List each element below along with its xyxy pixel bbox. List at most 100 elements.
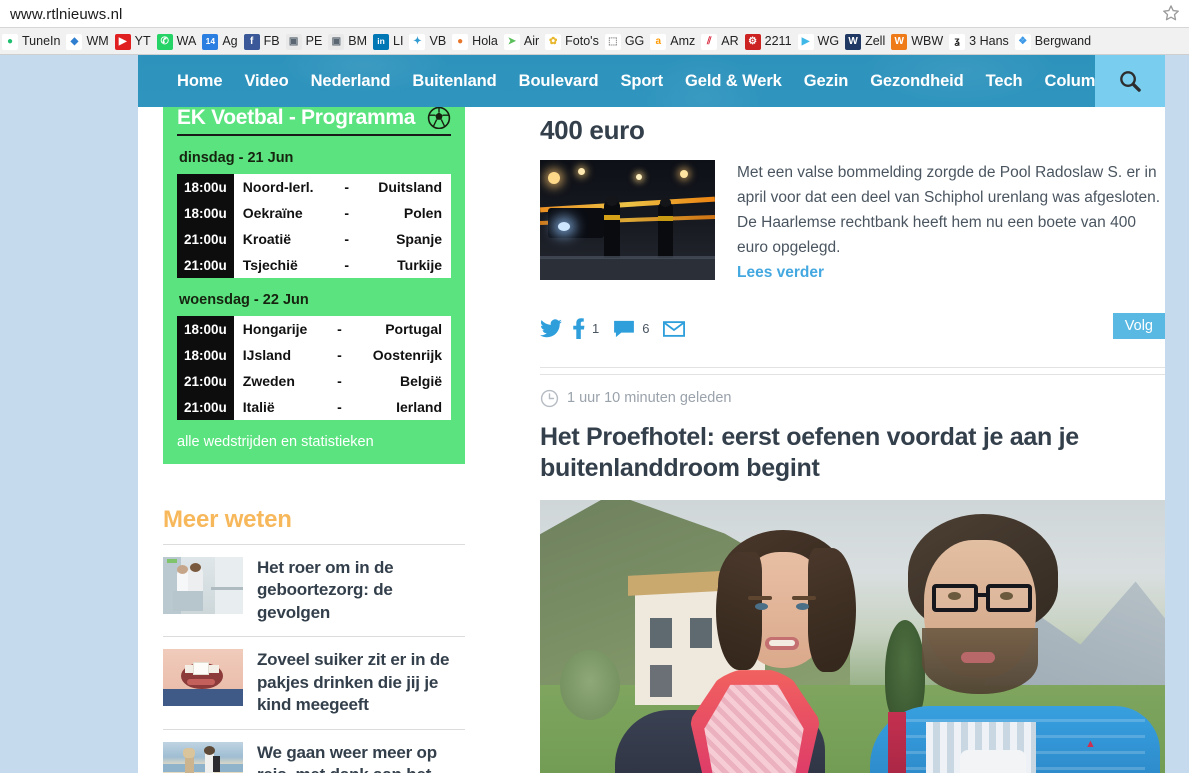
ek-day-label: dinsdag - 21 Jun: [179, 150, 294, 166]
bookmark-label: YT: [134, 34, 151, 49]
list-item[interactable]: Zoveel suiker zit er in de pakjes drinke…: [163, 637, 465, 728]
youtube-icon: ▶: [114, 33, 131, 50]
bookmark-star-icon[interactable]: [1161, 3, 1181, 23]
bookmark-item[interactable]: 14 Ag: [200, 31, 241, 53]
nav-item-tech[interactable]: Tech: [975, 72, 1034, 91]
follow-button[interactable]: Volg: [1112, 312, 1165, 339]
url-text[interactable]: www.rtlnieuws.nl: [10, 6, 122, 23]
bookmark-label: LI: [393, 34, 404, 49]
bookmark-item[interactable]: ▣ BM: [326, 31, 371, 53]
bookmark-item[interactable]: ● TuneIn: [0, 31, 64, 53]
bookmark-item[interactable]: W WBW: [889, 31, 947, 53]
bookmark-item[interactable]: ⚙ 2211: [743, 31, 796, 53]
meer-weten-section: Meer weten Het roer om in de geboortezor…: [163, 506, 465, 773]
bookmark-label: PE: [305, 34, 323, 49]
match-away-team: Duitsland: [378, 179, 442, 195]
ar-icon: ⫽: [701, 33, 718, 50]
wm-icon: ◆: [66, 33, 83, 50]
list-item-thumbnail: [163, 741, 243, 773]
ek-match-row[interactable]: 21:00u Zweden - België: [177, 368, 451, 394]
bookmark-item[interactable]: ● Hola: [450, 31, 502, 53]
bookmark-item[interactable]: ✦ VB: [407, 31, 450, 53]
match-separator: -: [337, 373, 342, 389]
bookmark-item[interactable]: ➤ Air: [502, 31, 543, 53]
bookmark-item[interactable]: ✿ Foto's: [543, 31, 603, 53]
nav-item-gezondheid[interactable]: Gezondheid: [859, 72, 974, 91]
article1-read-more-link[interactable]: Lees verder: [737, 264, 824, 281]
ek-widget-header: EK Voetbal - Programma: [177, 107, 451, 129]
article2-photo[interactable]: ▲: [540, 499, 1165, 773]
list-item[interactable]: Het roer om in de geboortezorg: de gevol…: [163, 545, 465, 636]
article1-thumbnail[interactable]: [540, 160, 715, 280]
ek-days-container: dinsdag - 21 Jun 18:00u Noord-Ierl. - Duitsl…: [177, 150, 451, 420]
tunein-icon: ●: [2, 33, 18, 50]
bookmark-item[interactable]: ⫽ AR: [699, 31, 742, 53]
match-time: 21:00u: [177, 252, 234, 278]
bookmark-item[interactable]: ⬚ GG: [603, 31, 648, 53]
search-icon: [1120, 71, 1141, 92]
sidebar: EK Voetbal - Programma dinsdag - 21 Jun 1…: [163, 107, 490, 773]
ek-match-row[interactable]: 21:00u Tsjechië - Turkije: [177, 252, 451, 278]
bookmark-item[interactable]: ✆ WA: [155, 31, 201, 53]
ek-match-row[interactable]: 18:00u Oekraïne - Polen: [177, 200, 451, 226]
facebook-icon[interactable]: [572, 318, 585, 340]
bookmark-item[interactable]: f FB: [242, 31, 284, 53]
bookmark-item[interactable]: in LI: [371, 31, 407, 53]
bookmark-label: WM: [86, 34, 109, 49]
mail-icon[interactable]: [663, 320, 686, 337]
bookmark-item[interactable]: ◆ WM: [64, 31, 112, 53]
match-away-team: Turkije: [397, 257, 442, 273]
hola-icon: ●: [452, 33, 469, 50]
match-time: 18:00u: [177, 200, 234, 226]
bookmark-label: TuneIn: [22, 34, 61, 49]
bookmark-item[interactable]: W Zell: [843, 31, 889, 53]
bookmark-item[interactable]: ▶ WG: [796, 31, 844, 53]
comment-icon[interactable]: [613, 320, 635, 338]
match-away-team: Ierland: [396, 399, 442, 415]
article2-timestamp: 1 uur 10 minuten geleden: [567, 390, 732, 407]
match-separator: -: [337, 399, 342, 415]
article2-title[interactable]: Het Proefhotel: eerst oefenen voordat je…: [540, 422, 1165, 485]
nav-item-geld-werk[interactable]: Geld & Werk: [674, 72, 793, 91]
nav-item-nederland[interactable]: Nederland: [300, 72, 402, 91]
match-time: 21:00u: [177, 368, 234, 394]
ek-match-row[interactable]: 21:00u Italië - Ierland: [177, 394, 451, 420]
bookmark-item[interactable]: ▣ PE: [284, 31, 327, 53]
document-icon: ▣: [285, 33, 302, 50]
match-time: 18:00u: [177, 316, 234, 342]
ek-all-matches-link[interactable]: alle wedstrijden en statistieken: [177, 434, 451, 450]
bookmark-item[interactable]: a Amz: [648, 31, 699, 53]
twitter-icon[interactable]: [540, 319, 562, 338]
bookmark-item[interactable]: ❖ Bergwand: [1013, 31, 1095, 53]
match-separator: -: [344, 205, 349, 221]
nav-item-buitenland[interactable]: Buitenland: [401, 72, 507, 91]
nav-item-home[interactable]: Home: [166, 72, 233, 91]
article1-title[interactable]: 400 euro: [540, 115, 1165, 146]
url-bar[interactable]: www.rtlnieuws.nl: [0, 0, 1189, 28]
search-button[interactable]: [1095, 55, 1165, 107]
nav-item-gezin[interactable]: Gezin: [793, 72, 859, 91]
bookmark-label: 2211: [764, 34, 792, 49]
bookmark-label: Amz: [670, 34, 696, 49]
ek-match-row[interactable]: 18:00u Noord-Ierl. - Duitsland: [177, 174, 451, 200]
nav-item-boulevard[interactable]: Boulevard: [508, 72, 610, 91]
bookmark-item[interactable]: ʓ3 Hans: [947, 31, 1013, 53]
bookmarks-bar[interactable]: ● TuneIn ◆ WM ▶ YT ✆ WA 14 Ag f FB ▣ PE ▣ BM in LI ✦ VB ● Hol…: [0, 28, 1189, 55]
ek-match-row[interactable]: 18:00u IJsland - Oostenrijk: [177, 342, 451, 368]
match-home-team: Tsjechië: [242, 257, 298, 273]
content-wrapper: EK Voetbal - Programma dinsdag - 21 Jun 1…: [138, 107, 1165, 773]
ek-match-row[interactable]: 21:00u Kroatië - Spanje: [177, 226, 451, 252]
nav-item-video[interactable]: Video: [233, 72, 299, 91]
nav-item-sport[interactable]: Sport: [609, 72, 674, 91]
match-time: 18:00u: [177, 174, 234, 200]
list-item[interactable]: We gaan weer meer op reis, met dank aan …: [163, 730, 465, 773]
match-home-team: Hongarije: [242, 321, 308, 337]
bookmark-label: Hola: [472, 34, 498, 49]
match-home-team: Italië: [242, 399, 275, 415]
bookmark-item[interactable]: ▶ YT: [113, 31, 155, 53]
article1-body: Met een valse bommelding zorgde de Pool …: [540, 160, 1165, 286]
article1-body-text: Met een valse bommelding zorgde de Pool …: [737, 164, 1161, 257]
ek-match-row[interactable]: 18:00u Hongarije - Portugal: [177, 316, 451, 342]
divider: [540, 366, 1165, 368]
gear-red-icon: ⚙: [744, 33, 761, 50]
